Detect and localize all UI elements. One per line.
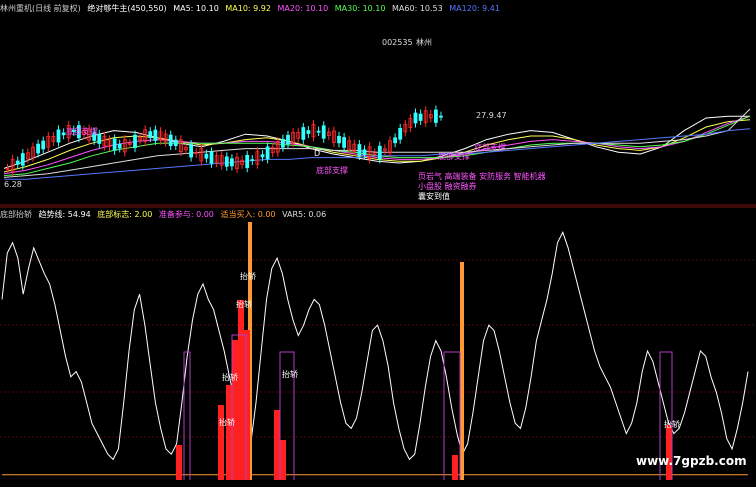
support-label-1: 底部支撑	[66, 127, 98, 136]
candle-body	[316, 130, 321, 133]
candle-body	[413, 112, 418, 124]
concept-line-2: 小盘股 融资融券	[418, 182, 477, 191]
header-bar: 林州重机(日线 前复权) 绝对够牛主(450,550) MA5: 10.10 M…	[0, 3, 504, 14]
stock-code: 002535	[382, 38, 413, 47]
red-signal-bar	[280, 440, 286, 480]
ma5-value: MA5: 10.10	[173, 4, 219, 13]
ma10-value: MA10: 9.92	[225, 4, 271, 13]
candle-body	[433, 109, 438, 123]
red-signal-bar	[176, 445, 182, 480]
candle-body	[229, 158, 234, 167]
panel2-header: 底部抬轿 趋势线: 54.94 底部标志: 2.00 准备参与: 0.00 适当…	[0, 209, 330, 220]
candle-body	[224, 156, 229, 167]
lift-label: 抬轿	[282, 370, 298, 379]
support-label-2: 底部支撑	[316, 166, 348, 175]
chart-canvas	[0, 0, 756, 487]
candle-body	[209, 151, 214, 164]
var5-value: VAR5: 0.06	[282, 210, 327, 219]
candle-body	[306, 130, 311, 134]
candle-body	[418, 113, 423, 121]
lift-label: 抬轿	[219, 418, 235, 427]
candle-body	[61, 132, 66, 136]
candle-body	[20, 153, 25, 166]
candle-body	[112, 138, 117, 151]
candle-body	[342, 137, 347, 148]
red-signal-bar	[274, 410, 280, 480]
support-label-3: 底部支撑	[438, 152, 470, 161]
candle-body	[41, 140, 46, 150]
candle-body	[398, 127, 403, 140]
candle-body	[36, 143, 40, 154]
stock-name-short: 林州	[416, 38, 432, 47]
ma20-value: MA20: 10.10	[277, 4, 329, 13]
candle-body	[245, 154, 250, 169]
candle-body	[362, 149, 367, 155]
orange-spike-bar	[460, 262, 464, 480]
candle-body	[377, 145, 382, 160]
candle-body	[168, 134, 173, 146]
bottom-value: 底部标志: 2.00	[97, 210, 153, 219]
right-price-marker: 27.9.47	[476, 111, 507, 120]
candle-body	[301, 127, 306, 140]
red-signal-bar	[452, 455, 458, 480]
red-signal-bar	[238, 300, 244, 480]
red-signal-bar	[244, 330, 250, 480]
red-signal-bar	[226, 385, 232, 480]
candle-body	[153, 129, 158, 141]
lift-label: 抬轿	[240, 272, 256, 281]
watermark: www.7gpzb.com	[636, 454, 747, 468]
candle-body	[280, 138, 285, 148]
buy-value: 适当买入: 0.00	[220, 210, 276, 219]
panel2-name: 底部抬轿	[0, 210, 32, 219]
candle-body	[265, 146, 270, 160]
candle-body	[286, 134, 290, 145]
red-signal-bar	[218, 405, 224, 480]
candle-body	[250, 159, 255, 162]
candle-body	[133, 134, 137, 149]
red-signal-bar	[232, 340, 238, 480]
lift-label: 抬轿	[664, 420, 680, 429]
ma60-value: MA60: 10.53	[392, 4, 443, 13]
candle-body	[321, 125, 326, 139]
prep-value: 准备参与: 0.00	[158, 210, 214, 219]
d-marker: D	[314, 149, 321, 158]
candle-body	[173, 139, 178, 146]
indicator-name: 绝对够牛主(450,550)	[87, 4, 167, 13]
concept-line-1: 页岩气 高端装备 安防服务 智能机器	[418, 172, 546, 181]
support-label-4: 底部支撑	[474, 143, 506, 152]
lift-label: 抬轿	[222, 373, 238, 382]
low-price-marker: 6.28	[4, 180, 22, 189]
candle-body	[260, 154, 265, 158]
ma120-value: MA120: 9.41	[449, 4, 500, 13]
candle-body	[148, 131, 153, 138]
candle-body	[56, 129, 61, 143]
red-signal-bar	[666, 425, 672, 480]
candle-body	[204, 153, 209, 159]
concept-line-3: 囊安到值	[418, 192, 450, 201]
candle-body	[393, 137, 398, 144]
candle-body	[337, 135, 341, 144]
candle-body	[97, 133, 102, 144]
candle-body	[439, 115, 443, 118]
trend-value: 趋势线: 54.94	[38, 210, 91, 219]
candle-body	[15, 160, 20, 165]
candle-body	[117, 143, 122, 149]
lift-label: 抬轿	[236, 300, 252, 309]
candle-body	[189, 144, 194, 158]
ma30-value: MA30: 10.10	[334, 4, 386, 13]
candle-body	[357, 144, 362, 156]
header-title: 林州重机(日线 前复权)	[0, 4, 81, 13]
